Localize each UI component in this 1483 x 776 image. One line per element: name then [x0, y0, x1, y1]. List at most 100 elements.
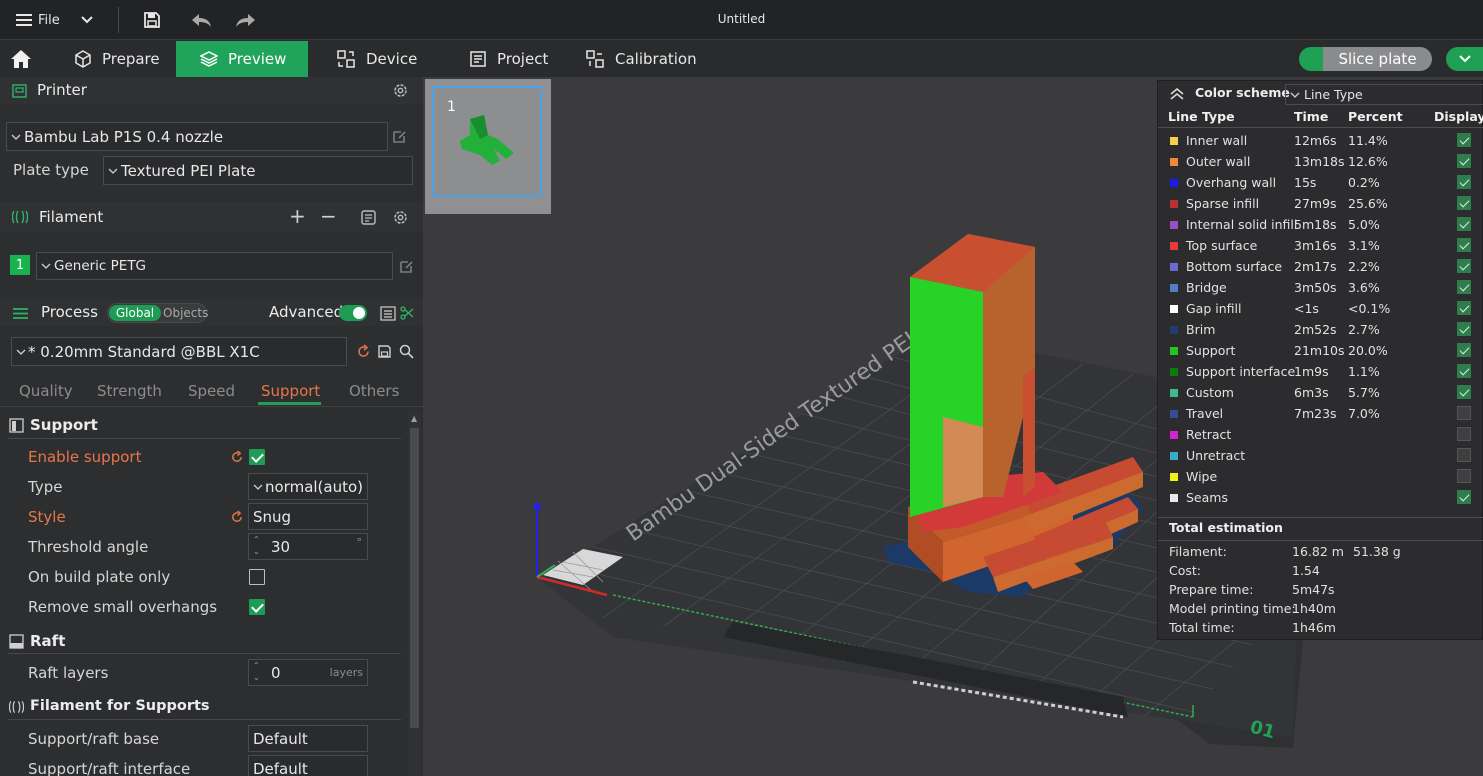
- display-checkbox[interactable]: [1457, 133, 1471, 147]
- display-checkbox[interactable]: [1457, 175, 1471, 189]
- display-checkbox[interactable]: [1457, 322, 1471, 336]
- style-select[interactable]: Snug: [248, 503, 368, 530]
- plus-icon[interactable]: +: [289, 204, 306, 228]
- subtab-support[interactable]: Support: [261, 382, 320, 400]
- subtab-speed[interactable]: Speed: [188, 382, 235, 400]
- remove-small-overhangs-checkbox[interactable]: [249, 599, 265, 615]
- printer-select[interactable]: Bambu Lab P1S 0.4 nozzle: [6, 122, 388, 151]
- type-value: normal(auto): [265, 477, 364, 496]
- color-swatch: [1170, 179, 1178, 187]
- display-checkbox[interactable]: [1457, 154, 1471, 168]
- home-button[interactable]: [10, 41, 40, 77]
- edit-icon[interactable]: [392, 129, 407, 144]
- reset-icon[interactable]: [230, 450, 244, 464]
- gear-icon[interactable]: [392, 82, 409, 99]
- display-checkbox[interactable]: [1457, 490, 1471, 504]
- save-button[interactable]: [143, 8, 161, 32]
- support-raft-base-select[interactable]: Default: [248, 725, 368, 752]
- line-type-percent: 20.0%: [1348, 343, 1388, 358]
- raft-layers-input[interactable]: 0 layers: [248, 659, 368, 686]
- support-raft-interface-label: Support/raft interface: [28, 760, 191, 776]
- build-plate-only-checkbox[interactable]: [249, 569, 265, 585]
- plate-type-select[interactable]: Textured PEI Plate: [103, 156, 413, 185]
- line-type-percent: 0.2%: [1348, 175, 1380, 190]
- redo-button[interactable]: [235, 8, 257, 32]
- edit-icon[interactable]: [399, 259, 414, 274]
- subtab-quality[interactable]: Quality: [19, 382, 73, 400]
- save-preset-icon[interactable]: [377, 344, 392, 359]
- toggle-global[interactable]: Global: [109, 305, 161, 321]
- line-type-percent: 2.7%: [1348, 322, 1380, 337]
- display-checkbox[interactable]: [1457, 427, 1471, 441]
- reset-icon[interactable]: [356, 344, 371, 359]
- settings-scrollbar[interactable]: ▲: [408, 410, 421, 776]
- display-checkbox[interactable]: [1457, 301, 1471, 315]
- raft-layers-stepper[interactable]: ⌃ ⌄: [253, 660, 260, 684]
- color-scheme-value: Line Type: [1304, 87, 1363, 102]
- tab-preview[interactable]: Preview: [176, 41, 308, 77]
- compare-icon[interactable]: [380, 306, 396, 321]
- display-checkbox[interactable]: [1457, 406, 1471, 420]
- undo-button[interactable]: [190, 8, 212, 32]
- display-checkbox[interactable]: [1457, 385, 1471, 399]
- display-checkbox[interactable]: [1457, 259, 1471, 273]
- display-checkbox[interactable]: [1457, 238, 1471, 252]
- enable-support-checkbox[interactable]: [249, 449, 265, 465]
- display-checkbox[interactable]: [1457, 343, 1471, 357]
- display-checkbox[interactable]: [1457, 217, 1471, 231]
- style-label: Style: [28, 508, 66, 526]
- slice-options-dropdown[interactable]: [1446, 47, 1483, 71]
- global-objects-toggle[interactable]: Global Objects: [107, 303, 208, 323]
- subtab-strength[interactable]: Strength: [97, 382, 162, 400]
- subtab-others[interactable]: Others: [349, 382, 399, 400]
- process-preset-value: * 0.20mm Standard @BBL X1C: [28, 342, 260, 361]
- threshold-angle-label: Threshold angle: [28, 538, 149, 556]
- process-header-label: Process: [41, 303, 98, 321]
- filament-select[interactable]: Generic PETG: [36, 252, 393, 280]
- threshold-stepper[interactable]: ⌃ ⌄: [253, 534, 260, 558]
- threshold-angle-input[interactable]: 30 °: [248, 533, 368, 560]
- advanced-toggle[interactable]: [339, 305, 367, 321]
- file-menu[interactable]: File: [16, 8, 60, 32]
- cost-label: Cost:: [1169, 563, 1202, 578]
- toggle-objects[interactable]: Objects: [163, 306, 208, 320]
- filament-sync-icon[interactable]: [360, 209, 377, 226]
- display-checkbox[interactable]: [1457, 448, 1471, 462]
- reset-icon[interactable]: [230, 510, 244, 524]
- model-print-time-label: Model printing time:: [1169, 601, 1296, 616]
- tab-project[interactable]: Project: [469, 41, 548, 77]
- chevron-down-icon: [41, 263, 51, 269]
- tab-prepare[interactable]: Prepare: [68, 41, 166, 77]
- tab-device-label: Device: [366, 50, 418, 68]
- color-swatch: [1170, 410, 1178, 418]
- collapse-icon[interactable]: [1170, 88, 1184, 100]
- color-scheme-select[interactable]: Line Type: [1285, 84, 1483, 105]
- tab-calibration[interactable]: Calibration: [585, 41, 697, 77]
- enable-support-label: Enable support: [28, 448, 142, 466]
- type-select[interactable]: normal(auto): [248, 473, 368, 500]
- filament-supports-title: Filament for Supports: [30, 698, 210, 714]
- display-checkbox[interactable]: [1457, 364, 1471, 378]
- filament-slot-badge[interactable]: 1: [10, 255, 30, 275]
- chevron-down-icon: [81, 16, 93, 24]
- total-estimation-title: Total estimation: [1169, 520, 1283, 535]
- filament-length: 16.82 m: [1292, 544, 1344, 559]
- chevron-down-icon: [16, 349, 26, 355]
- scissors-icon[interactable]: [400, 306, 414, 320]
- display-checkbox[interactable]: [1457, 469, 1471, 483]
- color-swatch: [1170, 368, 1178, 376]
- support-raft-interface-select[interactable]: Default: [248, 755, 368, 776]
- menu-dropdown-button[interactable]: [80, 8, 94, 32]
- search-icon[interactable]: [399, 344, 414, 359]
- tab-device[interactable]: Device: [336, 41, 417, 77]
- gear-icon[interactable]: [392, 209, 409, 226]
- slice-plate-button[interactable]: Slice plate: [1299, 47, 1432, 71]
- process-preset-select[interactable]: * 0.20mm Standard @BBL X1C: [11, 337, 347, 366]
- display-checkbox[interactable]: [1457, 196, 1471, 210]
- minus-icon[interactable]: −: [320, 204, 337, 228]
- legend-row: Sparse infill 27m9s 25.6%: [1158, 193, 1483, 214]
- legend-row: Custom 6m3s 5.7%: [1158, 382, 1483, 403]
- raft-layers-value: 0: [271, 663, 281, 682]
- display-checkbox[interactable]: [1457, 280, 1471, 294]
- raft-layers-unit: layers: [329, 666, 363, 679]
